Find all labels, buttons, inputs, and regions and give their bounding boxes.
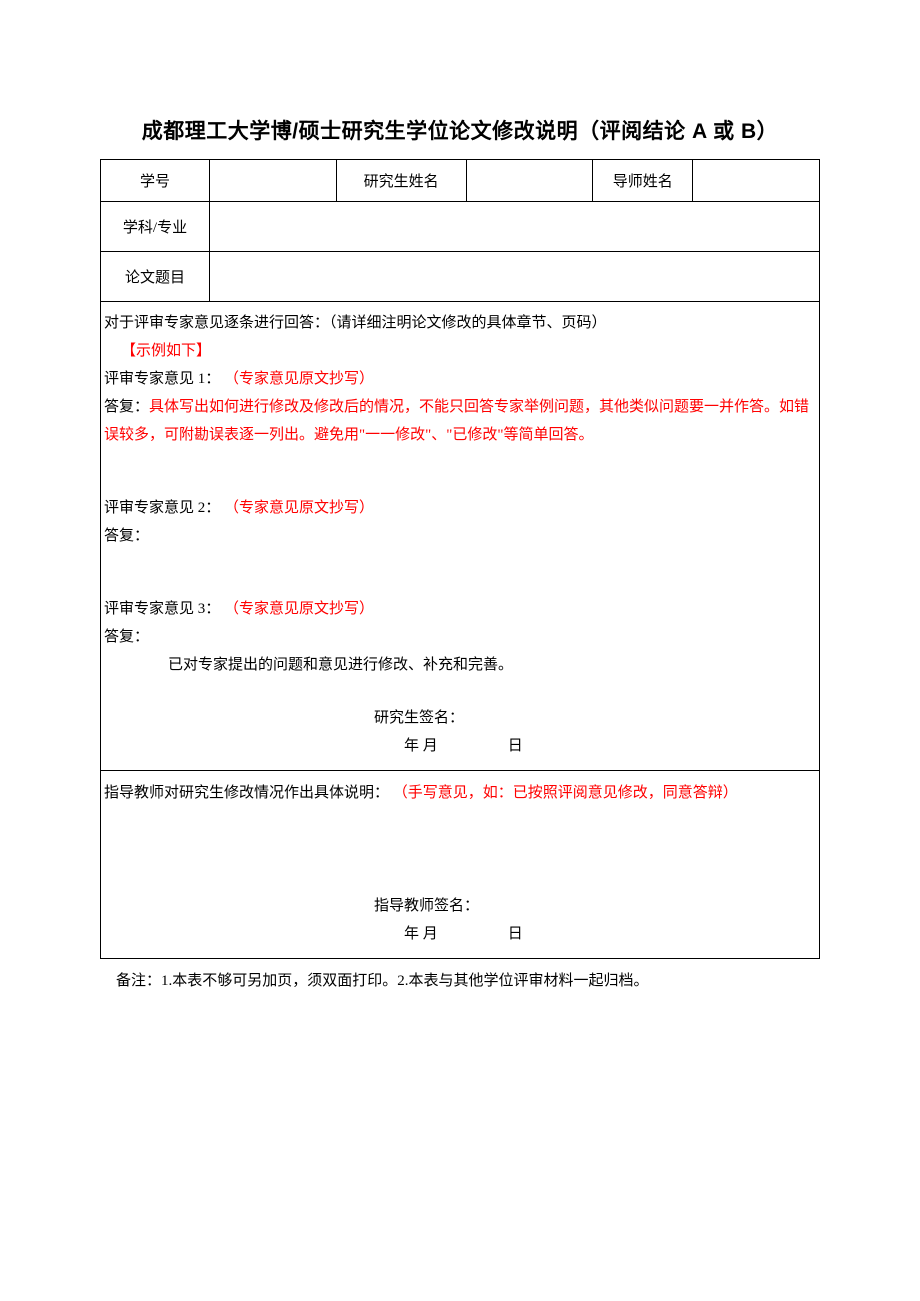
- reply-1-text: 具体写出如何进行修改及修改后的情况，不能只回答专家举例问题，其他类似问题要一并作…: [104, 399, 809, 443]
- advisor-date-d: 日: [508, 926, 523, 942]
- page-title: 成都理工大学博/硕士研究生学位论文修改说明（评阅结论 A 或 B）: [100, 115, 820, 145]
- student-signature-label: 研究生签名：: [104, 704, 816, 732]
- reviewer-comment-1-label: 评审专家意见 1：: [104, 371, 220, 387]
- info-row-basic: 学号 研究生姓名 导师姓名: [101, 160, 820, 202]
- advisor-date-line: 年 月日: [104, 920, 816, 948]
- student-date-ym: 年 月: [404, 738, 438, 754]
- reviewer-comment-1-hint: （专家意见原文抄写）: [224, 371, 374, 387]
- example-tag: 【示例如下】: [121, 343, 211, 359]
- response-section-row: 对于评审专家意见逐条进行回答：（请详细注明论文修改的具体章节、页码） 【示例如下…: [101, 302, 820, 771]
- thesis-title-value[interactable]: [210, 252, 820, 302]
- advisor-date-ym: 年 月: [404, 926, 438, 942]
- reviewer-comment-2-hint: （专家意见原文抄写）: [224, 500, 374, 516]
- advisor-intro-hint: （手写意见，如：已按照评阅意见修改，同意答辩）: [393, 785, 738, 801]
- footer-notes: 备注：1.本表不够可另加页，须双面打印。2.本表与其他学位评审材料一起归档。: [100, 968, 820, 994]
- reviewer-comment-3-hint: （专家意见原文抄写）: [224, 601, 374, 617]
- reviewer-comment-2-label: 评审专家意见 2：: [104, 500, 220, 516]
- reviewer-comment-3-label: 评审专家意见 3：: [104, 601, 220, 617]
- advisor-section-row: 指导教师对研究生修改情况作出具体说明： （手写意见，如：已按照评阅意见修改，同意…: [101, 771, 820, 959]
- response-intro: 对于评审专家意见逐条进行回答：（请详细注明论文修改的具体章节、页码）: [104, 309, 816, 337]
- reply-2-label: 答复：: [104, 522, 816, 550]
- student-date-d: 日: [508, 738, 523, 754]
- major-label: 学科/专业: [101, 202, 210, 252]
- advisor-section: 指导教师对研究生修改情况作出具体说明： （手写意见，如：已按照评阅意见修改，同意…: [101, 771, 820, 959]
- response-section: 对于评审专家意见逐条进行回答：（请详细注明论文修改的具体章节、页码） 【示例如下…: [101, 302, 820, 771]
- student-date-line: 年 月日: [104, 732, 816, 760]
- student-name-label: 研究生姓名: [336, 160, 466, 202]
- major-value[interactable]: [210, 202, 820, 252]
- advisor-intro-label: 指导教师对研究生修改情况作出具体说明：: [104, 785, 389, 801]
- advisor-signature-label: 指导教师签名：: [104, 892, 816, 920]
- advisor-name-value[interactable]: [693, 160, 820, 202]
- student-id-value[interactable]: [210, 160, 337, 202]
- thesis-title-label: 论文题目: [101, 252, 210, 302]
- advisor-name-label: 导师姓名: [593, 160, 693, 202]
- form-table: 学号 研究生姓名 导师姓名 学科/专业 论文题目 对于评审专家意见逐条进行回答：…: [100, 159, 820, 959]
- student-name-value[interactable]: [466, 160, 593, 202]
- info-row-major: 学科/专业: [101, 202, 820, 252]
- info-row-thesis: 论文题目: [101, 252, 820, 302]
- reply-1-label: 答复：: [104, 399, 149, 415]
- student-id-label: 学号: [101, 160, 210, 202]
- reply-3-label: 答复：: [104, 623, 816, 651]
- student-confirm-text: 已对专家提出的问题和意见进行修改、补充和完善。: [104, 651, 816, 679]
